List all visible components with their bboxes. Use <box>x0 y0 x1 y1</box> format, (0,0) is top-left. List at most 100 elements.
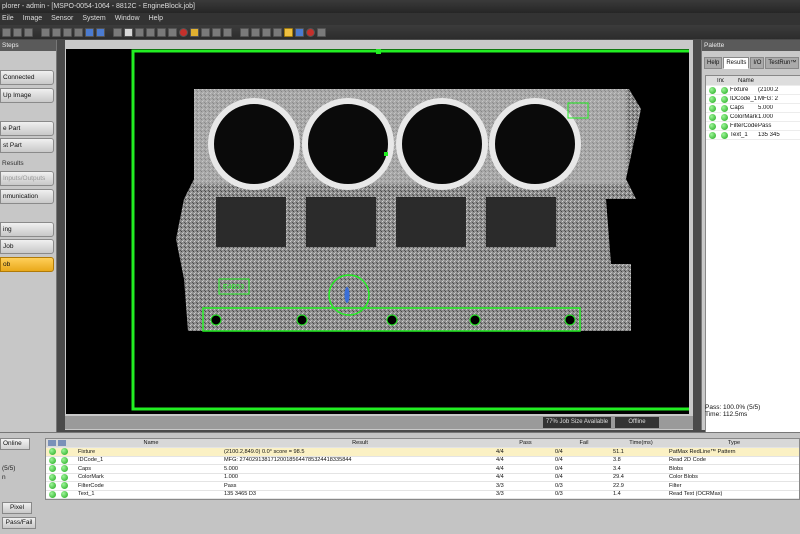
results-side: Online (5/5) n Pixel Pass/Fail <box>0 433 44 534</box>
step-filmstrip-button[interactable]: ing <box>0 222 54 237</box>
color-mode-icon[interactable] <box>295 27 304 37</box>
step-communication-button[interactable]: nmunication <box>0 189 54 204</box>
display-icon[interactable] <box>223 27 232 37</box>
step-icon[interactable] <box>168 27 177 37</box>
palette-row[interactable]: IDCode_1 MFG: 2 <box>706 95 800 104</box>
pass-indicator-icon <box>49 456 56 464</box>
palette-row[interactable]: Fixture (2100.2 <box>706 86 800 95</box>
step-connect-button[interactable]: Connected <box>0 70 54 85</box>
custom-view-icon[interactable] <box>306 27 315 37</box>
palette-row-value: Pass <box>758 123 772 129</box>
zoom-fit-icon[interactable] <box>262 27 271 37</box>
zoom-fill-icon[interactable] <box>273 27 282 37</box>
row-time: 3.4 <box>613 465 621 472</box>
camera-icon[interactable] <box>124 27 133 37</box>
menu-system[interactable]: System <box>82 13 105 25</box>
palette-row[interactable]: FilterCode Pass <box>706 122 800 131</box>
menu-file[interactable]: Eile <box>2 13 14 25</box>
step-save-job-button[interactable]: Job <box>0 239 54 254</box>
row-result: (2100.2,849.0) 0.0° score = 98.5 <box>224 448 305 455</box>
tab-help[interactable]: Help <box>704 57 723 69</box>
cap-marker <box>469 314 481 326</box>
row-result: Pass <box>224 482 237 489</box>
cut-icon[interactable] <box>41 27 50 37</box>
image-canvas[interactable]: E4B53 <box>66 49 693 414</box>
table-row[interactable]: FilterCode Pass 3/3 0/3 22.9 Filter <box>46 482 799 491</box>
row-pass: 4/4 <box>496 474 504 481</box>
palette-panel: Palette Help Results I/O TestRun™ Ind Na… <box>701 40 800 435</box>
tab-io[interactable]: I/O <box>750 57 765 69</box>
col-fail[interactable]: Fail <box>555 440 613 446</box>
table-row[interactable]: ColorMark 1.000 4/4 0/4 29.4 Color Blobs <box>46 473 799 482</box>
open-icon[interactable] <box>13 27 22 37</box>
col-time[interactable]: Time(ms) <box>613 440 669 446</box>
col-result[interactable]: Result <box>224 440 496 446</box>
menu-window[interactable]: Window <box>115 13 140 25</box>
table-row[interactable]: Text_1 135 3465 D3 3/3 0/3 1.4 Read Text… <box>46 490 799 499</box>
menu-image[interactable]: Image <box>23 13 42 25</box>
palette-row[interactable]: ColorMark 1.000 <box>706 113 800 122</box>
lock-icon[interactable] <box>190 27 199 37</box>
zoom-100-icon[interactable] <box>284 27 293 37</box>
col-pass[interactable]: Pass <box>496 440 555 446</box>
filmstrip-icon[interactable] <box>212 27 221 37</box>
table-row[interactable]: Fixture (2100.2,849.0) 0.0° score = 98.5… <box>46 448 799 457</box>
zoom-out-icon[interactable] <box>251 27 260 37</box>
grid-overlay-icon[interactable] <box>317 27 326 37</box>
film-icon[interactable] <box>146 27 155 37</box>
pass-indicator-icon <box>61 465 68 473</box>
col-name[interactable]: Name <box>74 440 224 446</box>
tab-results[interactable]: Results <box>723 57 750 69</box>
pass-indicator-icon <box>709 86 716 94</box>
crankcase-opening <box>396 197 466 247</box>
cylinder-bore-3 <box>396 98 488 190</box>
table-row[interactable]: Caps 5.000 4/4 0/4 3.4 Blobs <box>46 465 799 474</box>
pass-indicator-icon <box>49 490 56 498</box>
pixel-button[interactable]: Pixel <box>2 502 32 514</box>
passfail-button[interactable]: Pass/Fail <box>2 517 36 529</box>
online-icon[interactable] <box>157 27 166 37</box>
pass-indicator-icon <box>709 95 716 103</box>
row-pass: 4/4 <box>496 448 504 455</box>
palette-row[interactable]: Text_1 135 345 <box>706 131 800 140</box>
live-video-icon[interactable] <box>135 27 144 37</box>
pass-indicator-icon <box>709 113 716 121</box>
pass-summary: Pass: 100.0% (5/5) <box>705 404 761 411</box>
step-locate-part-button[interactable]: e Part <box>0 121 54 136</box>
menu-bar: Eile Image Sensor System Window Help <box>0 13 800 25</box>
row-time: 51.1 <box>613 448 624 455</box>
region-handle[interactable] <box>376 49 381 54</box>
row-time: 29.4 <box>613 474 624 481</box>
filter-icon[interactable] <box>48 440 56 446</box>
undo-icon[interactable] <box>85 27 94 37</box>
paste-icon[interactable] <box>63 27 72 37</box>
row-type: Read 2D Code <box>669 457 707 464</box>
step-inspect-part-button[interactable]: st Part <box>0 138 54 153</box>
menu-help[interactable]: Help <box>149 13 163 25</box>
zoom-in-icon[interactable] <box>240 27 249 37</box>
copy-icon[interactable] <box>52 27 61 37</box>
window-title: plorer - admin - [MSPO-0054-1064 - 8812C… <box>0 0 800 13</box>
step-run-job-button[interactable]: ob <box>0 257 54 272</box>
trigger-icon[interactable] <box>113 27 122 37</box>
table-row[interactable]: IDCode_1 MFG: 27402913817120018564478532… <box>46 456 799 465</box>
new-icon[interactable] <box>2 27 11 37</box>
col-type[interactable]: Type <box>669 440 799 446</box>
grid-icon[interactable] <box>201 27 210 37</box>
palette-row[interactable]: Caps 5.000 <box>706 104 800 113</box>
redo-icon[interactable] <box>96 27 105 37</box>
step-setup-image-button[interactable]: Up Image <box>0 88 54 103</box>
pass-indicator-icon <box>709 104 716 112</box>
row-type: Blobs <box>669 465 683 472</box>
save-icon[interactable] <box>24 27 33 37</box>
menu-sensor[interactable]: Sensor <box>51 13 73 25</box>
sort-icon[interactable] <box>58 440 66 446</box>
pass-indicator-icon <box>49 473 56 481</box>
palette-row-name: Fixture <box>730 87 749 93</box>
online-button[interactable]: Online <box>0 438 30 450</box>
row-fail: 0/4 <box>555 465 563 472</box>
delete-icon[interactable] <box>74 27 83 37</box>
record-icon[interactable] <box>179 27 188 37</box>
tab-testrun[interactable]: TestRun™ <box>765 57 800 69</box>
step-io-button[interactable]: Inputs/Outputs <box>0 171 54 186</box>
